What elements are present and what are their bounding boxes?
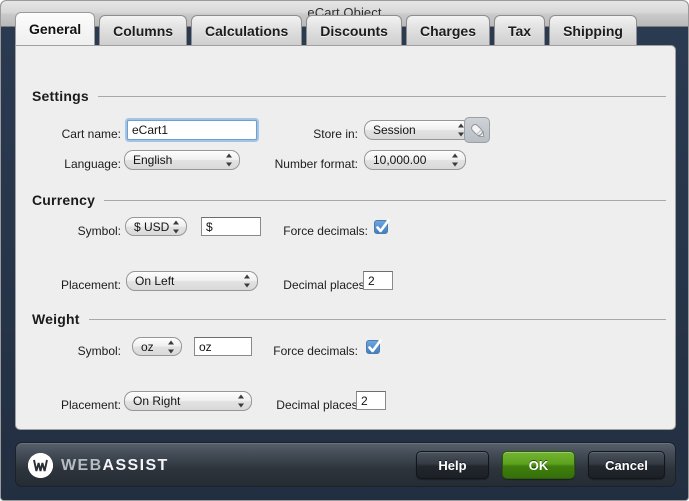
chevron-updown-icon	[243, 274, 250, 288]
language-select[interactable]: English	[124, 150, 240, 170]
chevron-updown-icon	[237, 394, 244, 408]
store-in-label: Store in:	[313, 127, 358, 141]
chevron-updown-icon	[451, 153, 458, 167]
weight-section-title: Weight	[32, 311, 80, 327]
chevron-updown-icon	[172, 220, 179, 233]
cart-name-label: Cart name:	[61, 127, 121, 141]
tab-bar: General Columns Calculations Discounts C…	[15, 12, 637, 45]
weight-decimal-places-label: Decimal places:	[276, 398, 361, 412]
currency-decimal-places-input[interactable]: 2	[363, 271, 393, 290]
settings-section-header: Settings	[32, 88, 666, 104]
pencil-icon	[471, 124, 485, 138]
tab-shipping-label: Shipping	[563, 22, 623, 39]
currency-symbol-label: Symbol:	[77, 224, 121, 238]
currency-section-title: Currency	[32, 192, 96, 208]
language-select-value: English	[133, 153, 173, 167]
weight-force-decimals-checkbox[interactable]	[366, 339, 382, 354]
weight-section-rule	[88, 318, 666, 320]
currency-placement-select-value: On Left	[135, 274, 175, 288]
webassist-wordmark: WEBASSIST	[61, 457, 169, 475]
currency-symbol-select-value: $ USD	[134, 219, 170, 234]
tab-discounts[interactable]: Discounts	[306, 15, 402, 45]
weight-placement-label: Placement:	[60, 398, 121, 412]
store-in-select[interactable]: Session	[364, 120, 472, 140]
currency-force-decimals-label: Force decimals:	[283, 224, 368, 238]
chevron-updown-icon	[457, 123, 464, 137]
tab-general[interactable]: General	[15, 12, 96, 45]
weight-placement-select-value: On Right	[133, 394, 181, 408]
currency-section-header: Currency	[32, 192, 666, 208]
settings-section-title: Settings	[32, 88, 89, 104]
tab-discounts-label: Discounts	[320, 22, 388, 39]
tab-shipping[interactable]: Shipping	[549, 15, 637, 45]
store-in-select-value: Session	[373, 123, 416, 137]
edit-store-in-button[interactable]	[464, 117, 490, 143]
weight-symbol-label: Symbol:	[77, 344, 121, 358]
number-format-select-value: 10,000.00	[373, 153, 427, 167]
currency-placement-select[interactable]: On Left	[126, 271, 258, 291]
tab-charges[interactable]: Charges	[405, 15, 490, 45]
webassist-logo: WEBASSIST	[28, 453, 169, 478]
tab-general-label: General	[29, 21, 82, 37]
checkmark-icon	[368, 339, 382, 353]
settings-section-rule	[97, 95, 666, 97]
weight-placement-select[interactable]: On Right	[124, 391, 252, 411]
weight-force-decimals-label: Force decimals:	[273, 344, 358, 358]
checkmark-icon	[376, 219, 390, 233]
number-format-select[interactable]: 10,000.00	[364, 150, 466, 170]
brand-web-text: WEB	[61, 456, 103, 474]
tab-tax[interactable]: Tax	[494, 15, 546, 45]
tab-tax-label: Tax	[508, 22, 532, 39]
currency-placement-label: Placement:	[60, 278, 121, 292]
currency-section-rule	[104, 199, 666, 201]
weight-symbol-input[interactable]: oz	[194, 337, 252, 356]
weight-symbol-select[interactable]: oz	[132, 337, 182, 356]
weight-symbol-select-value: oz	[141, 339, 154, 354]
chevron-updown-icon	[167, 340, 174, 353]
currency-symbol-select[interactable]: $ USD	[125, 217, 187, 236]
weight-decimal-places-input[interactable]: 2	[356, 391, 386, 410]
currency-force-decimals-checkbox[interactable]	[374, 219, 390, 234]
cancel-button[interactable]: Cancel	[588, 451, 665, 479]
tab-columns[interactable]: Columns	[99, 15, 188, 45]
language-label: Language:	[64, 157, 121, 171]
number-format-label: Number format:	[274, 157, 358, 171]
currency-decimal-places-label: Decimal places:	[283, 278, 368, 292]
tab-charges-label: Charges	[419, 22, 476, 39]
cart-name-input[interactable]: eCart1	[127, 120, 257, 140]
currency-symbol-input[interactable]: $	[201, 217, 261, 236]
ecart-object-dialog: eCart Object General Columns Calculation…	[0, 0, 689, 501]
tab-calculations-label: Calculations	[205, 22, 289, 39]
help-button[interactable]: Help	[416, 451, 489, 479]
webassist-mark-icon	[28, 453, 53, 478]
dialog-footer: WEBASSIST Help OK Cancel	[15, 442, 676, 487]
general-tab-panel: Settings Cart name: eCart1 Language: Eng…	[15, 45, 676, 430]
tab-calculations[interactable]: Calculations	[191, 15, 303, 45]
tab-columns-label: Columns	[113, 22, 174, 39]
ok-button[interactable]: OK	[502, 451, 575, 479]
weight-section-header: Weight	[32, 311, 666, 327]
brand-assist-text: ASSIST	[102, 456, 169, 474]
